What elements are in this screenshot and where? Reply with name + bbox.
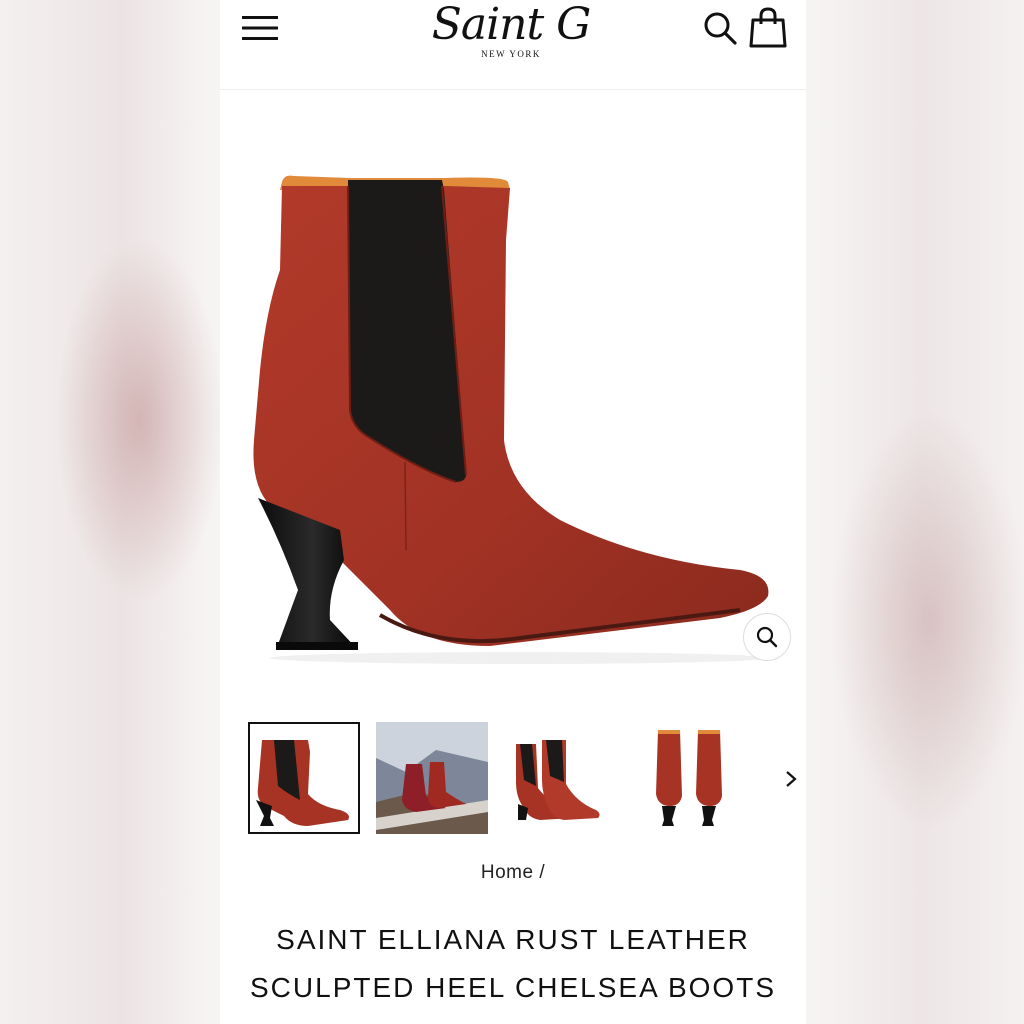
thumbnail-strip	[220, 722, 806, 834]
boot-lifestyle-thumb-image	[376, 722, 488, 834]
chelsea-boot-image	[253, 175, 770, 664]
chevron-right-icon	[786, 771, 797, 787]
site-header: Saint G NEW YORK	[220, 0, 806, 90]
mobile-page: Saint G NEW YORK Home / SAINT ELLIANA RU…	[220, 0, 806, 1024]
breadcrumb-home-link[interactable]: Home	[481, 862, 534, 883]
thumbnail-boot-pair-back[interactable]	[640, 722, 752, 834]
logo-wordmark: Saint G	[431, 0, 592, 50]
boot-pair-back-thumb-image	[656, 730, 722, 826]
thumbnail-boot-side-view[interactable]	[248, 722, 360, 834]
logo-subtitle: NEW YORK	[481, 49, 541, 59]
hamburger-menu-icon[interactable]	[240, 12, 280, 44]
product-title-line-2: SCULPTED HEEL CHELSEA BOOTS	[250, 972, 776, 1003]
thumbnail-boot-pair-front[interactable]	[504, 722, 616, 834]
product-title: SAINT ELLIANA RUST LEATHER SCULPTED HEEL…	[240, 916, 786, 1012]
search-icon[interactable]	[702, 8, 740, 46]
product-main-image[interactable]	[220, 90, 806, 680]
boot-pair-front-thumb-image	[516, 740, 600, 820]
breadcrumb-separator: /	[539, 862, 546, 883]
shopping-bag-icon[interactable]	[748, 6, 788, 48]
thumbnail-next-button[interactable]	[780, 764, 802, 794]
brand-logo[interactable]: Saint G NEW YORK	[416, 0, 606, 70]
magnifier-icon	[756, 626, 778, 648]
product-title-line-1: SAINT ELLIANA RUST LEATHER	[276, 924, 750, 955]
zoom-button[interactable]	[743, 613, 791, 661]
boot-side-thumb-image	[256, 740, 349, 826]
thumbnail-boot-lifestyle[interactable]	[376, 722, 488, 834]
breadcrumb: Home /	[220, 862, 806, 884]
